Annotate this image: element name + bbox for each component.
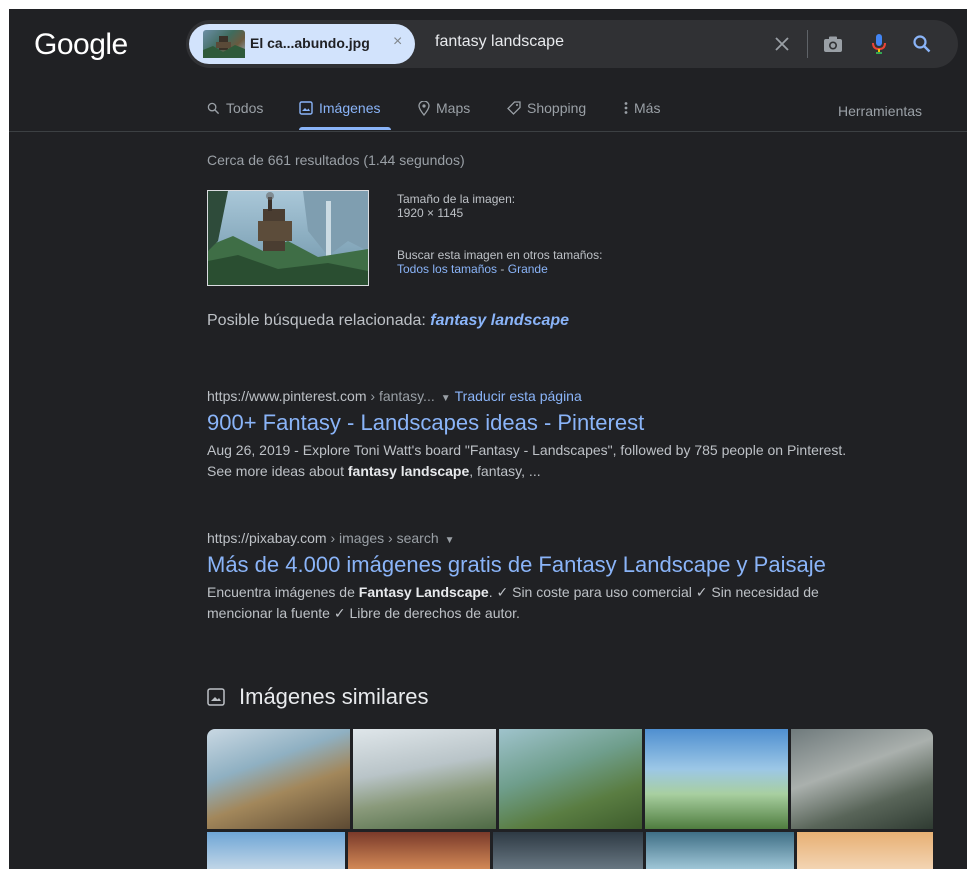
image-size-value: 1920 × 1145	[397, 206, 464, 220]
tools-button[interactable]: Herramientas	[838, 103, 922, 119]
similar-image[interactable]	[797, 832, 933, 869]
result-url[interactable]: https://www.pinterest.com › fantasy... ▼ T…	[207, 388, 867, 404]
tab-more[interactable]: Más	[624, 100, 660, 116]
chevron-down-icon[interactable]: ▼	[445, 535, 455, 546]
similar-image[interactable]	[353, 729, 496, 829]
result-title[interactable]: Más de 4.000 imágenes gratis de Fantasy …	[207, 552, 867, 578]
similar-images-heading: Imágenes similares	[207, 684, 429, 710]
similar-images-grid	[207, 729, 933, 869]
similar-image[interactable]	[645, 729, 788, 829]
chip-close-icon[interactable]: ×	[393, 33, 402, 51]
chip-filename: El ca...abundo.jpg	[250, 35, 370, 51]
result-stats: Cerca de 661 resultados (1.44 segundos)	[207, 152, 465, 168]
tab-label: Maps	[436, 100, 471, 116]
image-size-label: Tamaño de la imagen:	[397, 192, 516, 206]
snippet-text: Encuentra imágenes de	[207, 584, 359, 600]
similar-image[interactable]	[646, 832, 794, 869]
screenshot-frame-top	[0, 0, 969, 9]
all-sizes-link[interactable]: Todos los tamaños	[397, 262, 497, 276]
other-sizes-label: Buscar esta imagen en otros tamaños:	[397, 248, 603, 262]
map-pin-icon	[418, 100, 430, 116]
other-sizes-info: Buscar esta imagen en otros tamaños: Tod…	[397, 248, 602, 276]
chip-image-thumbnail	[203, 30, 245, 58]
size-link-separator: -	[497, 262, 508, 276]
similar-image[interactable]	[493, 832, 643, 869]
more-vert-icon	[624, 102, 628, 114]
image-icon	[299, 101, 313, 115]
search-result: https://www.pinterest.com › fantasy... ▼ T…	[207, 388, 867, 482]
similar-image[interactable]	[499, 729, 642, 829]
snippet-highlight: Fantasy Landscape	[358, 584, 489, 600]
clear-icon[interactable]	[768, 30, 796, 58]
tag-icon	[507, 101, 521, 115]
result-path: › images › search	[326, 530, 439, 546]
tab-label: Imágenes	[319, 100, 381, 116]
image-size-info: Tamaño de la imagen: 1920 × 1145	[397, 192, 515, 220]
image-query-chip[interactable]: El ca...abundo.jpg ×	[189, 24, 415, 64]
image-icon	[207, 688, 225, 706]
related-search-link[interactable]: fantasy landscape	[430, 312, 569, 329]
tab-label: Más	[634, 100, 661, 116]
chevron-down-icon[interactable]: ▼	[441, 393, 451, 404]
similar-image[interactable]	[348, 832, 490, 869]
similar-image[interactable]	[207, 729, 350, 829]
related-search: Posible búsqueda relacionada: fantasy la…	[207, 312, 569, 330]
result-title[interactable]: 900+ Fantasy - Landscapes ideas - Pinter…	[207, 410, 867, 436]
result-domain: https://www.pinterest.com	[207, 388, 367, 404]
screenshot-frame-left	[0, 0, 9, 869]
translate-link[interactable]: Traducir esta página	[455, 388, 582, 404]
result-snippet: Encuentra imágenes de Fantasy Landscape.…	[207, 582, 867, 624]
similar-image[interactable]	[791, 729, 933, 829]
tab-images[interactable]: Imágenes	[299, 100, 380, 116]
tab-label: Shopping	[527, 100, 587, 116]
snippet-text: , fantasy, ...	[469, 463, 541, 479]
query-image-thumbnail[interactable]	[207, 190, 369, 286]
result-path: › fantasy...	[366, 388, 435, 404]
related-search-label: Posible búsqueda relacionada:	[207, 312, 426, 329]
microphone-icon[interactable]	[865, 30, 893, 58]
result-url[interactable]: https://pixabay.com › images › search ▼	[207, 530, 867, 546]
tab-label: Todos	[226, 100, 264, 116]
similar-image[interactable]	[207, 832, 345, 869]
tab-all[interactable]: Todos	[207, 100, 263, 116]
active-tab-indicator	[299, 127, 391, 130]
tab-shopping[interactable]: Shopping	[507, 100, 586, 116]
snippet-highlight: fantasy landscape	[347, 463, 470, 479]
large-size-link[interactable]: Grande	[508, 262, 548, 276]
header-divider	[9, 131, 967, 132]
result-snippet: Aug 26, 2019 - Explore Toni Watt's board…	[207, 440, 867, 482]
camera-icon[interactable]	[819, 30, 847, 58]
search-icon[interactable]	[908, 30, 936, 58]
google-logo[interactable]: Google	[34, 28, 128, 62]
search-result: https://pixabay.com › images › search ▼ M…	[207, 530, 867, 624]
similar-images-title: Imágenes similares	[239, 684, 429, 709]
result-domain: https://pixabay.com	[207, 530, 327, 546]
search-bar[interactable]: El ca...abundo.jpg × fantasy landscape	[186, 20, 958, 68]
search-divider	[807, 30, 808, 58]
tab-maps[interactable]: Maps	[418, 100, 470, 116]
search-icon	[207, 102, 220, 114]
search-input[interactable]: fantasy landscape	[435, 33, 564, 51]
